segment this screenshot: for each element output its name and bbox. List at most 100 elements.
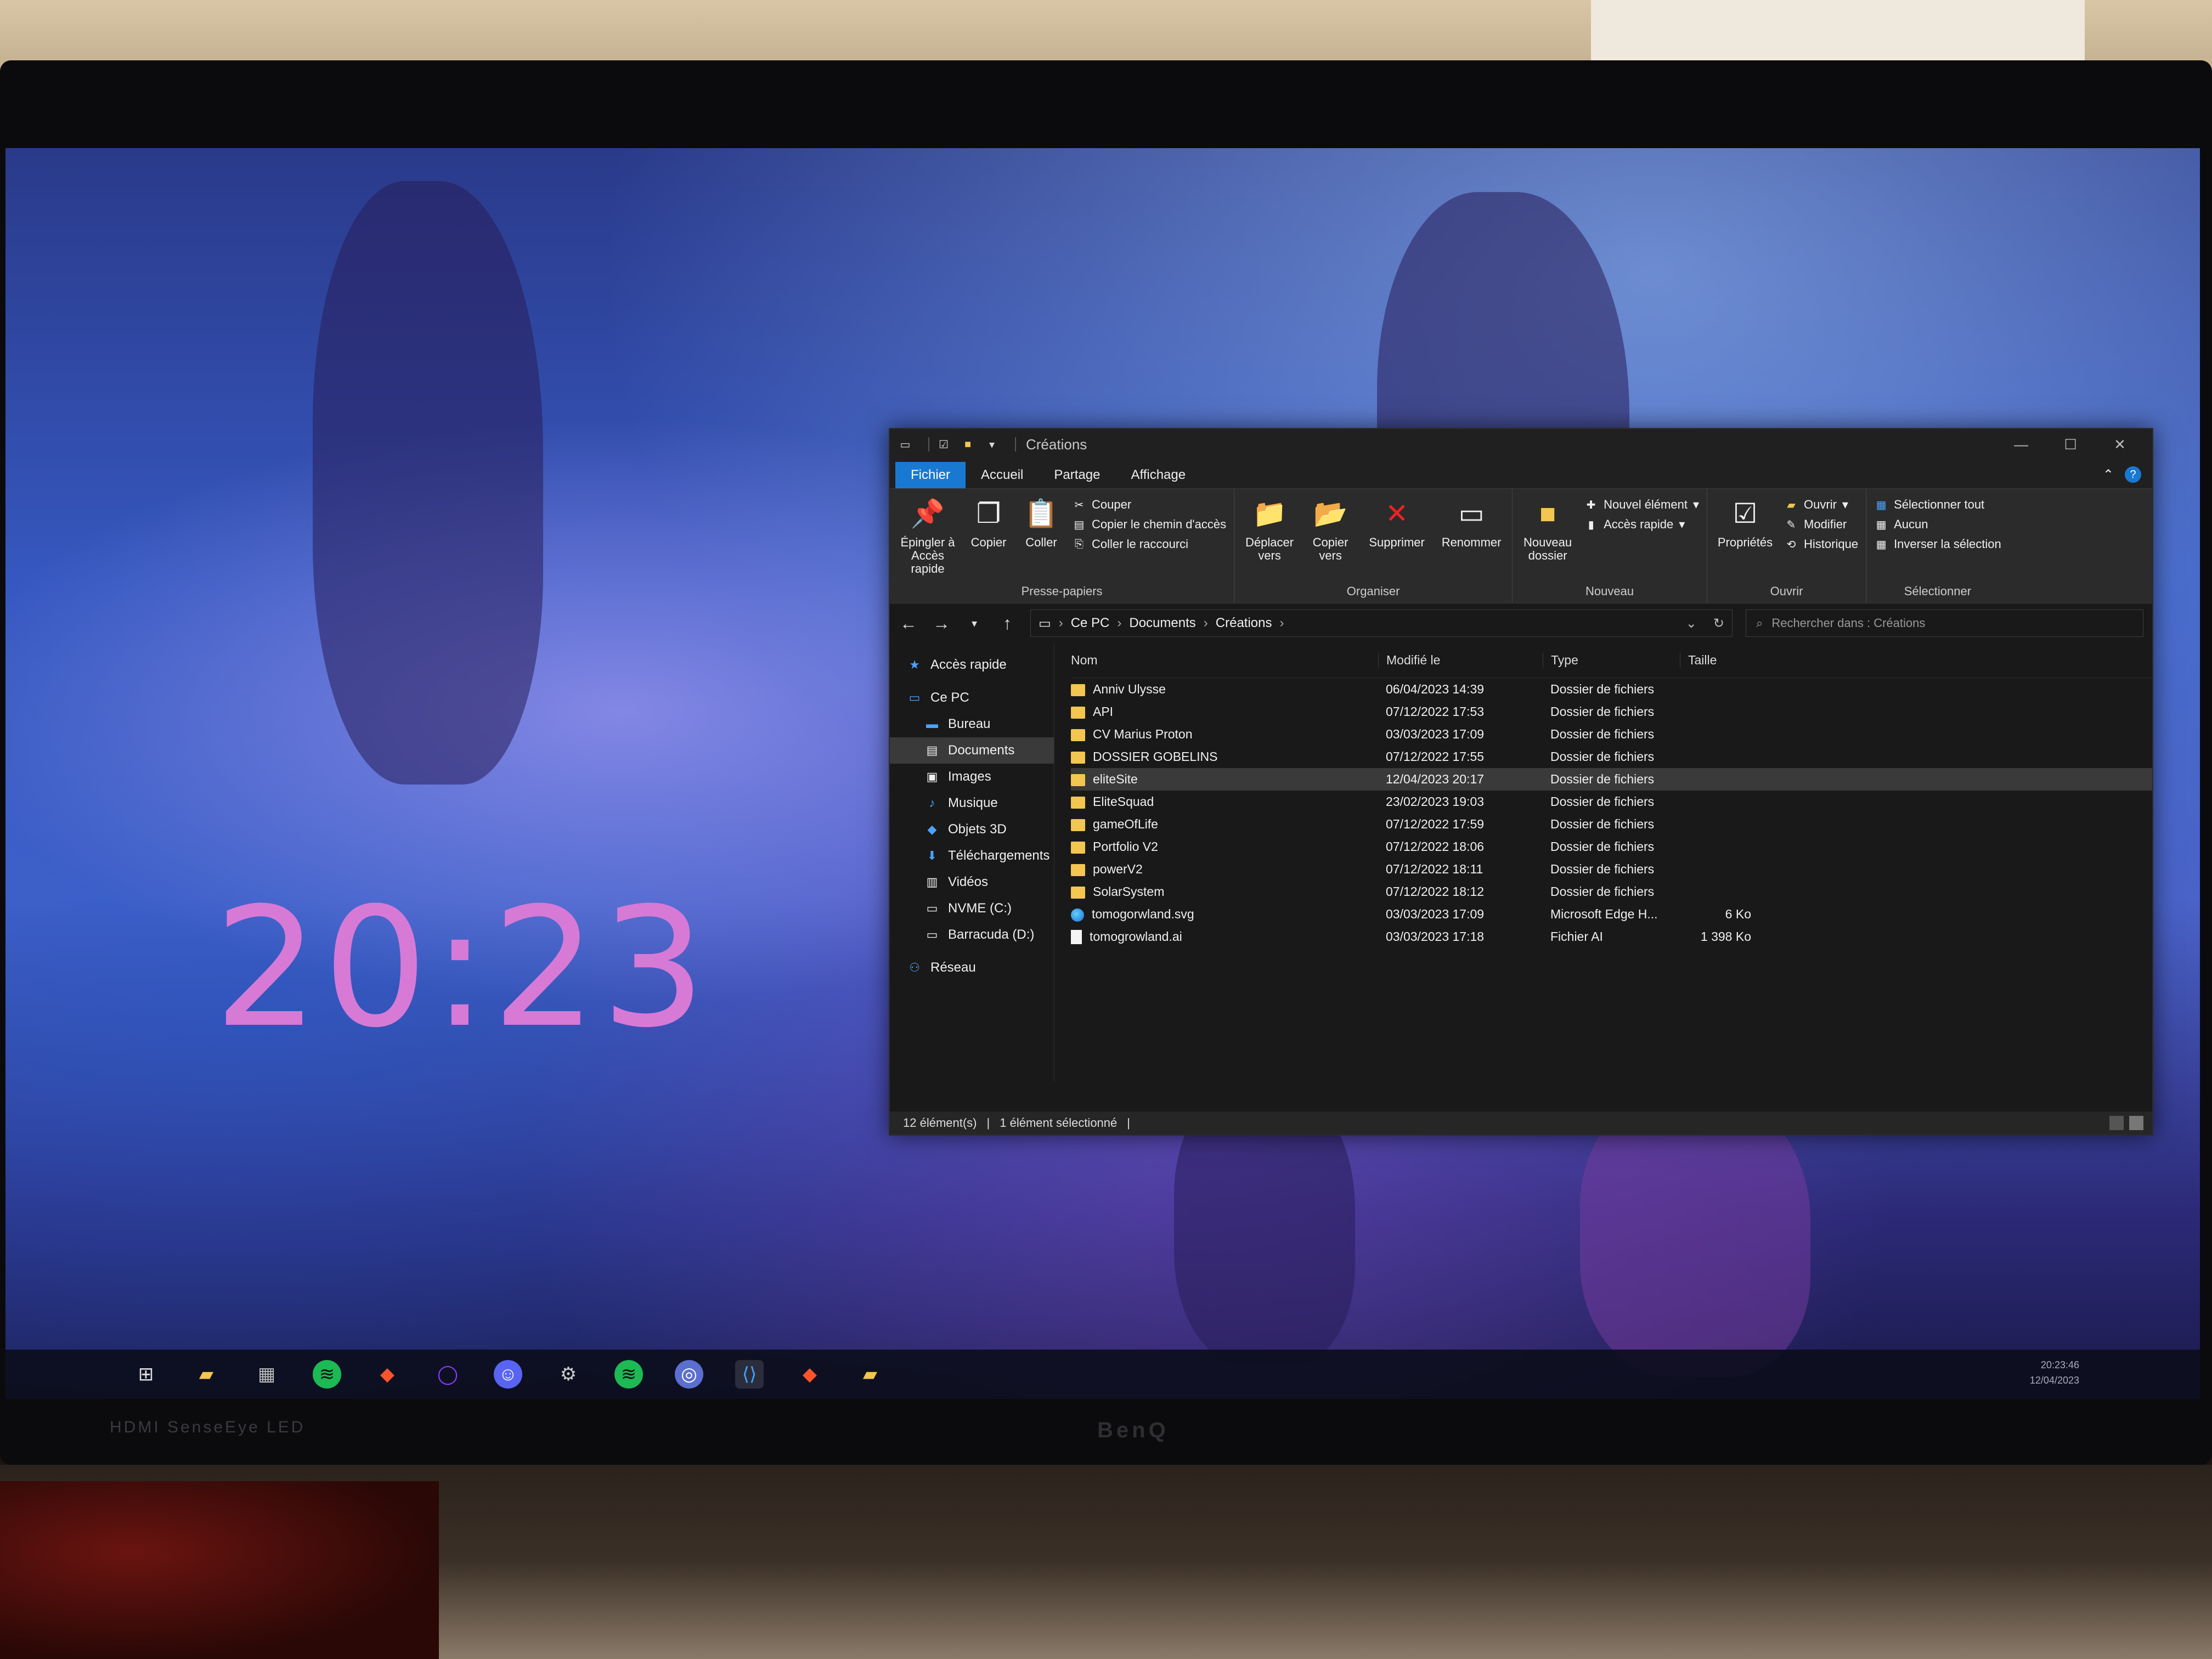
customize-quick-access-icon[interactable]: ▾ — [984, 438, 1000, 451]
file-name: DOSSIER GOBELINS — [1093, 749, 1218, 764]
rename-button[interactable]: ▭ Renommer — [1438, 494, 1504, 584]
nav-item-musique[interactable]: ♪ Musique — [890, 790, 1054, 816]
file-row[interactable]: eliteSite 12/04/2023 20:17 Dossier de fich… — [1071, 768, 2152, 791]
select-none-button[interactable]: ▦ Aucun — [1874, 517, 2001, 532]
nav-item-ce-pc[interactable]: ▭ Ce PC — [890, 685, 1054, 711]
history-button[interactable]: ⟲ Historique — [1784, 537, 1858, 551]
recent-locations-chevron-icon[interactable]: ▾ — [964, 617, 984, 630]
file-row[interactable]: tomogrowland.ai 03/03/2023 17:18 Fichier A… — [1071, 926, 2152, 948]
nav-item-objets-3d[interactable]: ◆ Objets 3D — [890, 816, 1054, 843]
copy-path-button[interactable]: ▤ Copier le chemin d'accès — [1072, 517, 1227, 532]
breadcrumb-documents[interactable]: Documents — [1129, 616, 1195, 631]
pin-quick-access-button[interactable]: 📌 Épingler à Accès rapide — [898, 494, 958, 584]
file-type: Dossier de fichiers — [1550, 794, 1655, 809]
back-arrow-icon[interactable]: ← — [899, 613, 918, 634]
taskbar-clock[interactable]: 20:23:46 12/04/2023 — [2030, 1357, 2079, 1388]
forward-arrow-icon[interactable]: → — [932, 613, 951, 634]
easy-access-button[interactable]: ▮ Accès rapide ▾ — [1584, 517, 1699, 532]
up-arrow-icon[interactable]: ↑ — [997, 613, 1017, 634]
brave-icon[interactable]: ◆ — [373, 1360, 402, 1389]
nav-item-documents[interactable]: ▤ Documents — [890, 737, 1054, 764]
window-title: Créations — [1026, 436, 1087, 453]
group-label: Presse-papiers — [1021, 584, 1103, 598]
nav-item-bureau[interactable]: ▬ Bureau — [890, 711, 1054, 737]
breadcrumb-creations[interactable]: Créations — [1216, 616, 1272, 631]
column-header-name[interactable]: Nom — [1071, 653, 1378, 668]
search-input[interactable]: ⌕ Rechercher dans : Créations — [1746, 610, 2143, 637]
cut-button[interactable]: ✂ Couper — [1072, 498, 1226, 512]
chrome-icon[interactable]: ◎ — [675, 1360, 703, 1389]
tab-accueil[interactable]: Accueil — [966, 462, 1039, 488]
nav-item-drive-c[interactable]: ▭ NVME (C:) — [890, 895, 1054, 922]
open-button[interactable]: ▰ Ouvrir ▾ — [1784, 498, 1858, 512]
file-explorer-icon[interactable]: ▰ — [192, 1360, 221, 1389]
nav-item-drive-d[interactable]: ▭ Barracuda (D:) — [890, 922, 1054, 948]
nav-item-acces-rapide[interactable]: ★ Accès rapide — [890, 652, 1054, 678]
column-header-date[interactable]: Modifié le — [1378, 653, 1543, 668]
nav-item-telechargements[interactable]: ⬇ Téléchargements — [890, 843, 1054, 869]
task-manager-icon[interactable]: ▦ — [252, 1360, 281, 1389]
paste-shortcut-button[interactable]: ⎘ Coller le raccourci — [1072, 537, 1226, 551]
close-button[interactable]: ✕ — [2095, 436, 2145, 453]
refresh-icon[interactable]: ↻ — [1713, 616, 1724, 631]
folder-icon — [1071, 886, 1085, 899]
address-dropdown-icon[interactable]: ⌄ — [1686, 616, 1697, 631]
file-row[interactable]: powerV2 07/12/2022 18:11 Dossier de fichie… — [1071, 858, 2152, 881]
file-row[interactable]: API 07/12/2022 17:53 Dossier de fichiers — [1071, 701, 2152, 723]
details-view-icon[interactable] — [2109, 1116, 2124, 1130]
file-row[interactable]: CV Marius Proton 03/03/2023 17:09 Dossier … — [1071, 723, 2152, 746]
new-folder-quick-icon[interactable]: ■ — [960, 438, 975, 451]
large-icons-view-icon[interactable] — [2129, 1116, 2143, 1130]
copy-button[interactable]: ❐ Copier — [967, 494, 1011, 584]
new-item-button[interactable]: ✚ Nouvel élément ▾ — [1584, 498, 1699, 512]
paste-button[interactable]: 📋 Coller — [1019, 494, 1063, 584]
file-row[interactable]: gameOfLife 07/12/2022 17:59 Dossier de fic… — [1071, 813, 2152, 836]
invert-selection-button[interactable]: ▦ Inverser la sélection — [1874, 537, 2001, 551]
file-date: 07/12/2022 18:06 — [1386, 839, 1485, 854]
spotify-icon[interactable]: ≋ — [614, 1360, 643, 1389]
start-icon[interactable]: ⊞ — [132, 1360, 160, 1389]
select-all-button[interactable]: ▦ Sélectionner tout — [1874, 498, 2001, 512]
tab-partage[interactable]: Partage — [1039, 462, 1115, 488]
spotify-icon[interactable]: ≋ — [313, 1360, 341, 1389]
file-row[interactable]: DOSSIER GOBELINS 07/12/2022 17:55 Dossier … — [1071, 746, 2152, 768]
file-row[interactable]: Anniv Ulysse 06/04/2023 14:39 Dossier de f… — [1071, 678, 2152, 701]
brave-icon[interactable]: ◆ — [795, 1360, 824, 1389]
edit-button[interactable]: ✎ Modifier — [1784, 517, 1858, 532]
cortana-icon[interactable]: ◯ — [433, 1360, 462, 1389]
minimize-button[interactable]: — — [1996, 436, 2046, 453]
maximize-button[interactable]: ☐ — [2046, 436, 2095, 453]
steam-icon[interactable]: ⚙ — [554, 1360, 583, 1389]
collapse-ribbon-icon[interactable]: ⌃ — [2103, 467, 2114, 483]
selection-count: 1 élément sélectionné — [1000, 1116, 1118, 1130]
search-icon: ⌕ — [1756, 616, 1763, 630]
nav-item-videos[interactable]: ▥ Vidéos — [890, 869, 1054, 895]
properties-quick-icon[interactable]: ☑ — [936, 438, 951, 451]
new-folder-button[interactable]: ■ Nouveau dossier — [1520, 494, 1575, 584]
group-label: Organiser — [1346, 584, 1400, 598]
file-row[interactable]: Portfolio V2 07/12/2022 18:06 Dossier de f… — [1071, 836, 2152, 858]
file-row[interactable]: SolarSystem 07/12/2022 18:12 Dossier de fi… — [1071, 881, 2152, 903]
column-header-size[interactable]: Taille — [1680, 653, 1762, 668]
file-row[interactable]: EliteSquad 23/02/2023 19:03 Dossier de fic… — [1071, 791, 2152, 813]
move-to-button[interactable]: 📁 Déplacer vers — [1242, 494, 1297, 584]
breadcrumb-ce-pc[interactable]: Ce PC — [1071, 616, 1110, 631]
nav-label: Objets 3D — [948, 822, 1007, 837]
vscode-icon[interactable]: ⟨⟩ — [735, 1360, 764, 1389]
column-header-type[interactable]: Type — [1543, 653, 1680, 668]
file-explorer-icon[interactable]: ▰ — [856, 1360, 884, 1389]
delete-button[interactable]: ✕ Supprimer — [1364, 494, 1430, 584]
tab-affichage[interactable]: Affichage — [1115, 462, 1201, 488]
nav-item-reseau[interactable]: ⚇ Réseau — [890, 955, 1054, 981]
nav-item-images[interactable]: ▣ Images — [890, 764, 1054, 790]
network-icon: ⚇ — [909, 961, 920, 974]
discord-icon[interactable]: ☺ — [494, 1360, 522, 1389]
copy-to-button[interactable]: 📂 Copier vers — [1306, 494, 1355, 584]
new-item-label: Nouvel élément — [1604, 498, 1688, 511]
file-row[interactable]: tomogorwland.svg 03/03/2023 17:09 Microsof… — [1071, 903, 2152, 926]
address-bar[interactable]: ▭ › Ce PC › Documents › Créations › ⌄ ↻ — [1030, 610, 1733, 637]
help-icon[interactable]: ? — [2125, 466, 2141, 483]
properties-button[interactable]: ☑ Propriétés — [1715, 494, 1775, 584]
wallpaper-rock — [313, 181, 543, 785]
tab-fichier[interactable]: Fichier — [895, 462, 966, 488]
